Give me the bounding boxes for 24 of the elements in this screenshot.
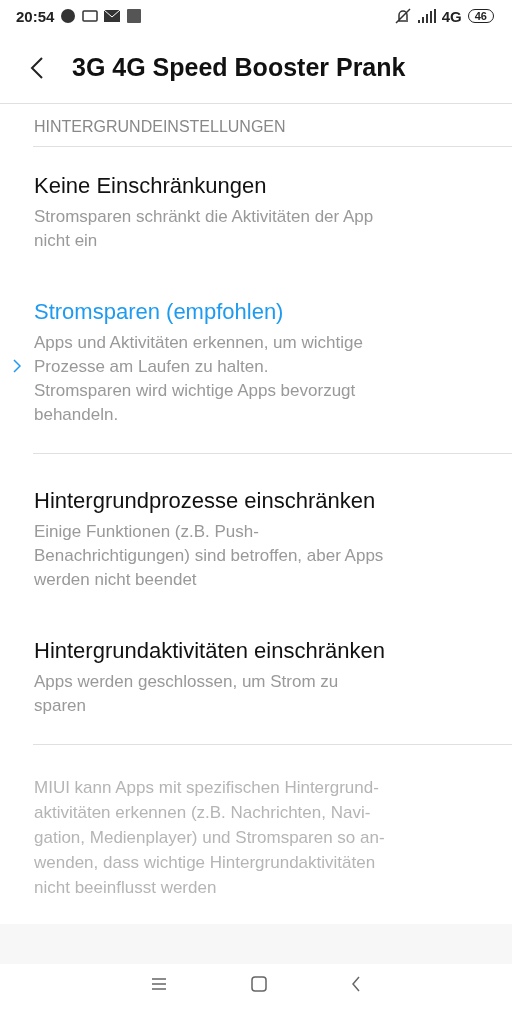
card-icon (82, 10, 99, 22)
network-label: 4G (441, 7, 462, 25)
home-icon[interactable] (251, 976, 267, 992)
option-description: Apps und Aktivitäten erkennen, um wichtige Prozesse am Laufen zu halten. Stromsparen wird wichtige Apps bevorzugt behandeln. (34, 332, 364, 426)
option-title: Hintergrundaktivitäten einschränken (34, 638, 386, 664)
mail-icon (104, 10, 121, 22)
menu-icon[interactable] (151, 977, 167, 991)
section-header: HINTERGRUNDEINSTELLUNGEN (33, 104, 512, 147)
signal-icon (417, 9, 436, 23)
option-description: Stromsparen schränkt die Aktivitäten der App nicht ein (34, 206, 375, 252)
chevron-icon (13, 359, 21, 373)
option-item[interactable]: Hintergrundaktivitäten einschränken Apps werden geschlossen, um Strom zu sparen (33, 604, 512, 744)
option-title: Stromsparen (empfohlen) (34, 299, 285, 325)
option-item[interactable]: Hintergrundprozesse einschränken Einige Funktionen (z.B. Push- Benachrichtigungen) sind betroffen, aber Apps werden nicht beendet (33, 454, 512, 604)
option-description: Apps werden geschlossen, um Strom zu sparen (34, 671, 340, 717)
option-title: Hintergrundprozesse einschränken (34, 488, 377, 514)
clock: 20:54 (16, 7, 55, 25)
page-title: 3G 4G Speed Booster Prank (72, 53, 406, 82)
option-title: Keine Einschränkungen (34, 173, 268, 199)
back-icon[interactable] (30, 55, 44, 80)
option-description: Einige Funktionen (z.B. Push- Benachrichtigungen) sind betroffen, aber Apps werden nicht beendet (34, 521, 385, 591)
info-note: MIUI kann Apps mit spezifischen Hintergrund- aktivitäten erkennen (z.B. Nachrichten, Navi- gation, Medienplayer) und Stromsparen so an- wenden, dass wichtige Hintergrundaktivitäten nicht beeinflusst werden (33, 777, 386, 899)
bell-off-icon (393, 7, 412, 25)
option-item[interactable]: Keine Einschränkungen Stromsparen schränkt die Aktivitäten der App nicht ein (33, 147, 512, 265)
